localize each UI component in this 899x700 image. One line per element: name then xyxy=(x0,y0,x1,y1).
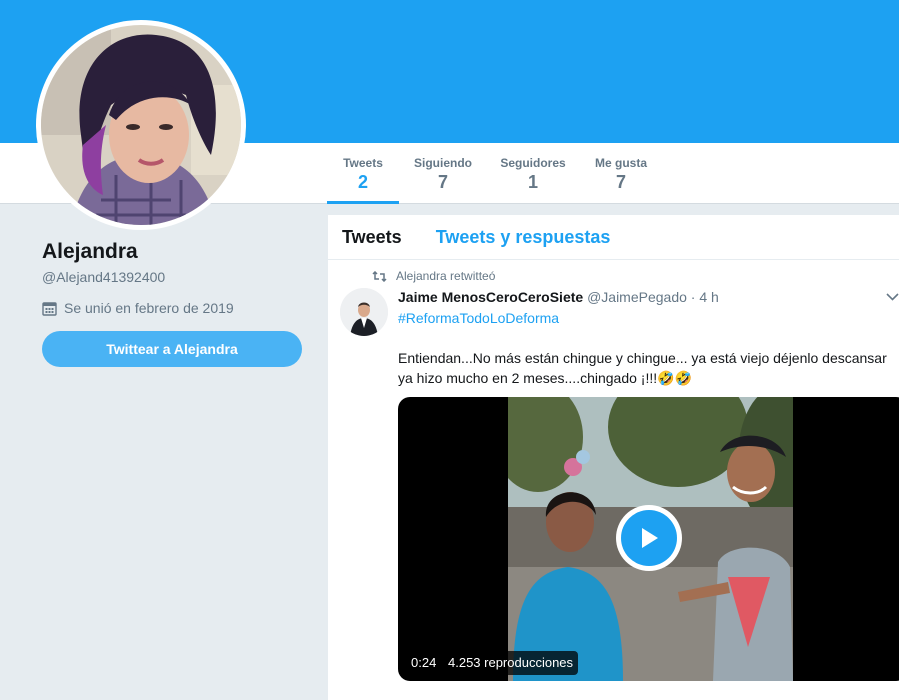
reply-icon[interactable] xyxy=(398,693,438,700)
video-views: 4.253 reproducciones xyxy=(443,651,579,675)
tweet-text: Entiendan...No más están chingue y ching… xyxy=(398,350,887,386)
retweet-icon xyxy=(372,270,387,282)
stat-followers[interactable]: Seguidores 1 xyxy=(495,143,571,204)
stat-value: 7 xyxy=(437,172,448,192)
profile-card: Alejandra @Alejand41392400 Se unió en fe… xyxy=(42,240,312,367)
author-avatar[interactable] xyxy=(340,288,388,336)
retweet-context: Alejandra retwitteó xyxy=(372,269,495,283)
play-icon xyxy=(621,510,677,566)
author-handle[interactable]: @JaimePegado xyxy=(587,289,687,305)
stat-value: 7 xyxy=(615,172,626,192)
stat-label: Seguidores xyxy=(500,156,566,170)
play-button[interactable] xyxy=(616,505,682,571)
tweet-time[interactable]: 4 h xyxy=(699,289,718,305)
timeline: Tweets Tweets y respuestas Alejandra ret… xyxy=(328,215,899,700)
tweet-to-button[interactable]: Twittear a Alejandra xyxy=(42,331,302,367)
stat-following[interactable]: Siguiendo 7 xyxy=(407,143,479,204)
timeline-tabs: Tweets Tweets y respuestas xyxy=(328,215,899,260)
join-date-text: Se unió en febrero de 2019 xyxy=(64,300,234,316)
author-name[interactable]: Jaime MenosCeroCeroSiete xyxy=(398,289,583,305)
join-date: Se unió en febrero de 2019 xyxy=(42,300,312,316)
separator: · xyxy=(690,289,696,305)
stat-label: Me gusta xyxy=(594,156,647,170)
stat-value: 2 xyxy=(357,172,368,192)
stat-value: 1 xyxy=(527,172,538,192)
chevron-down-icon[interactable] xyxy=(886,293,899,301)
tab-tweets-replies[interactable]: Tweets y respuestas xyxy=(436,227,611,248)
tweet-header: Jaime MenosCeroCeroSiete @JaimePegado · … xyxy=(398,289,719,305)
profile-handle[interactable]: @Alejand41392400 xyxy=(42,269,312,285)
hashtag-link[interactable]: #ReformaTodoLoDeforma xyxy=(398,310,559,326)
message-icon[interactable] xyxy=(653,693,693,700)
profile-name[interactable]: Alejandra xyxy=(42,240,312,264)
stat-likes[interactable]: Me gusta 7 xyxy=(588,143,654,204)
retweet-action-icon[interactable] xyxy=(483,693,523,700)
calendar-icon xyxy=(42,301,57,316)
video-duration: 0:24 xyxy=(406,651,442,675)
tweet-actions xyxy=(398,693,738,700)
tab-tweets[interactable]: Tweets xyxy=(342,227,402,248)
stat-label: Tweets xyxy=(343,156,383,170)
retweet-label[interactable]: Alejandra retwitteó xyxy=(396,269,495,283)
stat-tweets[interactable]: Tweets 2 xyxy=(327,143,399,204)
video-player[interactable]: 0:24 4.253 reproducciones xyxy=(398,397,899,681)
avatar-photo xyxy=(41,25,241,225)
stat-label: Siguiendo xyxy=(414,156,472,170)
profile-avatar[interactable] xyxy=(36,20,246,230)
like-icon[interactable] xyxy=(568,693,608,700)
